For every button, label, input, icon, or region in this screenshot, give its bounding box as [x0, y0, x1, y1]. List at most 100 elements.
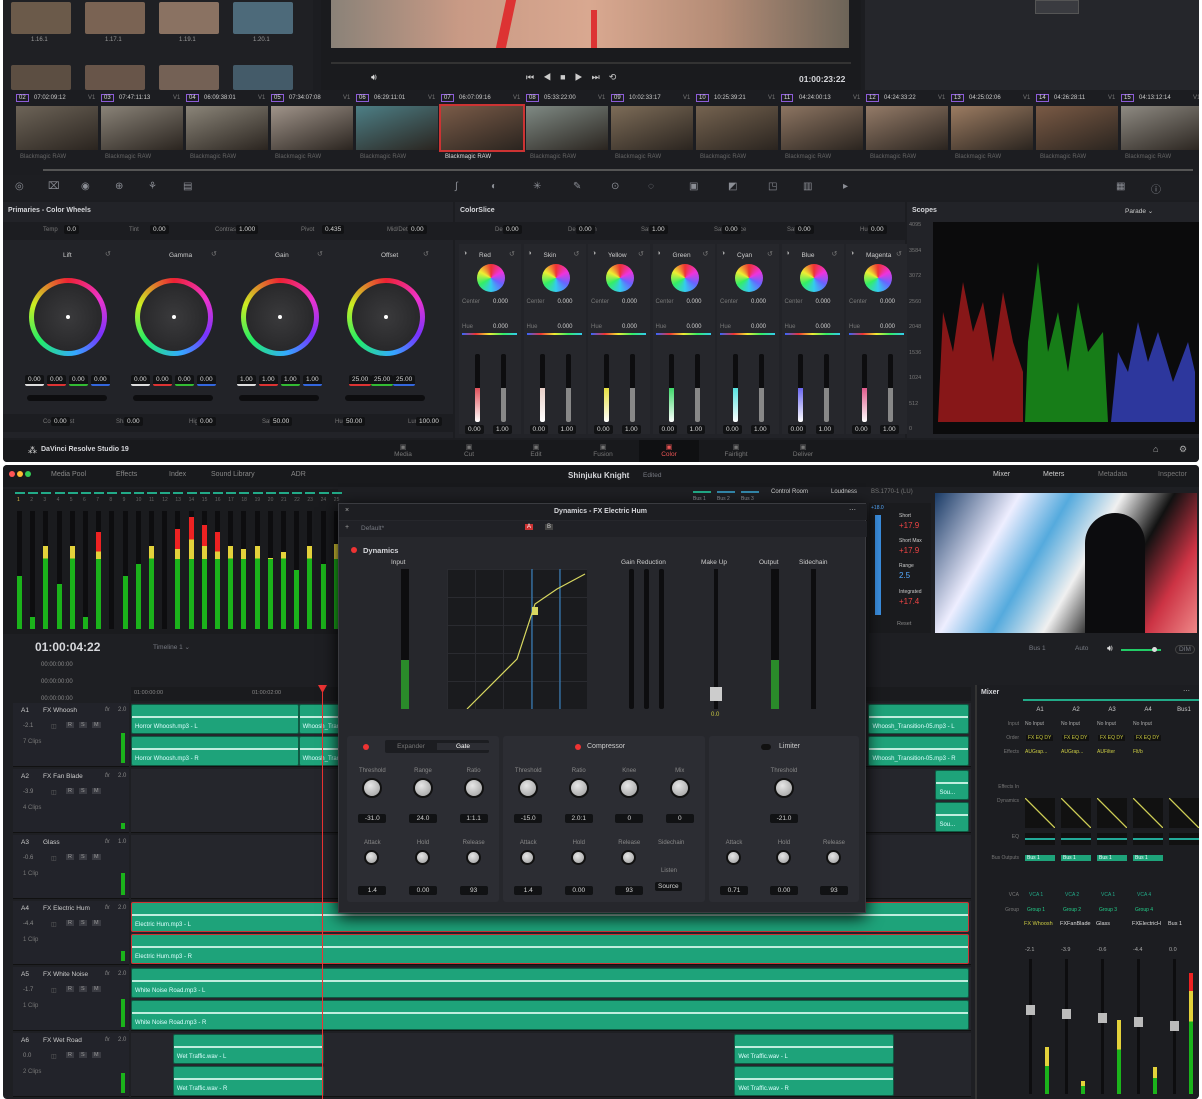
audio-icon[interactable]: 🔊︎ — [371, 72, 377, 83]
knob-value[interactable]: 1.4 — [514, 886, 543, 895]
track-header[interactable]: A6 FX Wet Road fx 2.0 0.0 ◫ R S M 2 Clips — [13, 1033, 129, 1097]
knob-value[interactable]: 0.71 — [720, 886, 748, 895]
saturation-slider[interactable] — [862, 354, 867, 422]
knob[interactable] — [621, 850, 637, 865]
lift-color-wheel[interactable] — [29, 278, 107, 356]
toolbar-item[interactable]: Media Pool — [51, 471, 86, 478]
media-pool-thumbnail[interactable] — [85, 2, 145, 34]
track-button-s[interactable]: S — [79, 722, 87, 728]
saturation-slider[interactable] — [797, 354, 803, 422]
color-tool-icon[interactable]: ◌ — [648, 181, 654, 192]
knob-value[interactable]: 0.00 — [770, 886, 798, 895]
clip-thumbnail[interactable] — [1121, 106, 1199, 150]
track-button-s[interactable]: S — [79, 986, 87, 992]
slice-hue-wheel[interactable] — [670, 264, 699, 292]
wheel-value[interactable]: 0.00 — [175, 375, 194, 386]
bus-output[interactable]: Bus 1 — [1097, 855, 1127, 861]
color-tool-icon[interactable]: ▸ — [843, 181, 848, 192]
knob-value[interactable]: 2.0:1 — [564, 814, 593, 823]
reset-icon[interactable]: ↺ — [703, 250, 709, 258]
hue-value[interactable]: 0.000 — [751, 324, 766, 330]
listen-button[interactable]: Listen — [661, 868, 677, 874]
bus-output[interactable]: Bus 1 — [1025, 855, 1055, 861]
wheel-value[interactable]: 25.00 — [371, 375, 394, 386]
wheel-value[interactable]: 25.00 — [349, 375, 372, 386]
saturation-slider[interactable] — [475, 354, 480, 422]
knob[interactable] — [669, 778, 690, 798]
audio-clip[interactable]: Whoosh_Transition-05.mp3 - R — [868, 736, 969, 766]
toolbar-item[interactable]: Sound Library — [211, 471, 255, 478]
knob-value[interactable]: 1.4 — [358, 886, 387, 895]
color-tool-icon[interactable]: ▤ — [183, 181, 192, 192]
param-value[interactable]: 0.00 — [408, 225, 427, 234]
sidechain-source-select[interactable]: Source — [655, 882, 682, 891]
control-room-tab[interactable]: Control Room — [771, 489, 808, 495]
channel-fader[interactable] — [1065, 959, 1068, 1094]
knob[interactable] — [413, 778, 433, 798]
audio-clip[interactable]: Whoosh_Transition-05.mp3 - L — [868, 704, 969, 734]
track-header[interactable]: A5 FX White Noise fx 2.0 -1.7 ◫ R S M 1 Clip — [13, 967, 129, 1031]
track-name[interactable]: FX Wet Road — [43, 1037, 82, 1044]
clip-thumbnail[interactable] — [101, 106, 183, 150]
compressor-enable-toggle[interactable] — [575, 744, 581, 750]
clip-thumbnail[interactable] — [611, 106, 693, 150]
track-button-s[interactable]: S — [79, 788, 87, 794]
clip-thumbnail[interactable] — [271, 106, 353, 150]
slider-value[interactable]: 1.00 — [880, 425, 899, 434]
tab-gate[interactable]: Gate — [437, 743, 489, 750]
knob-value[interactable]: 93 — [820, 886, 848, 895]
track-volume[interactable]: -2.1 — [23, 723, 33, 729]
fx-icon[interactable]: fx — [105, 971, 110, 977]
add-preset-button[interactable]: + — [345, 524, 349, 531]
track-button-r[interactable]: R — [66, 854, 74, 860]
clip-thumbnail[interactable] — [356, 106, 438, 150]
clip-item[interactable]: 02 07:02:09:12 V1 Blackmagic RAW — [16, 92, 100, 168]
media-pool-thumbnail[interactable] — [11, 65, 71, 90]
gain-color-wheel[interactable] — [241, 278, 319, 356]
scope-mode-dropdown[interactable]: Parade ⌄ — [1125, 207, 1153, 215]
knob[interactable] — [520, 850, 536, 865]
toolbar-item[interactable]: Metadata — [1098, 471, 1127, 478]
saturation-slider[interactable] — [668, 354, 674, 422]
slider-value[interactable]: 0.00 — [465, 425, 484, 434]
record-arm-icon[interactable]: ◫ — [51, 723, 57, 730]
audio-clip[interactable]: Wet Traffic.wav - R — [172, 1066, 324, 1096]
fx-icon[interactable]: fx — [105, 1037, 110, 1043]
slider-value[interactable]: 0.00 — [787, 425, 807, 434]
knob[interactable] — [774, 778, 794, 798]
reset-button[interactable]: Reset — [897, 621, 911, 627]
wheel-value[interactable]: 0.00 — [197, 375, 216, 386]
track-button-m[interactable]: M — [92, 854, 101, 860]
page-tab-cut[interactable]: ▣ Cut — [439, 440, 499, 462]
slider-value[interactable]: 1.00 — [493, 425, 512, 434]
center-value[interactable]: 0.000 — [622, 299, 637, 305]
color-tool-icon[interactable]: ⊙ — [611, 181, 619, 192]
knob[interactable] — [726, 850, 741, 865]
knob-value[interactable]: -15.0 — [514, 814, 543, 823]
page-tab-media[interactable]: ▣ Media — [373, 440, 433, 462]
mixer-effect[interactable]: AUGrap... — [1061, 749, 1083, 755]
fader-handle[interactable] — [1098, 1013, 1107, 1023]
fader-handle[interactable] — [1134, 1017, 1143, 1027]
saturation-slider[interactable] — [604, 354, 609, 422]
track-volume[interactable]: 0.0 — [23, 1053, 31, 1059]
node[interactable] — [1035, 0, 1079, 14]
page-tab-fairlight[interactable]: ▣ Fairlight — [706, 440, 766, 462]
toolbar-item[interactable]: Effects — [116, 471, 137, 478]
knob[interactable] — [465, 850, 481, 865]
track-button-r[interactable]: R — [66, 986, 74, 992]
color-tool-icon[interactable]: ◎ — [15, 181, 24, 192]
more-icon[interactable]: ⋯ — [1183, 687, 1190, 695]
auto-button[interactable]: Auto — [1075, 645, 1088, 652]
param-value[interactable]: 0.00 — [868, 225, 887, 234]
clip-item[interactable]: 06 06:29:11:01 V1 Blackmagic RAW — [356, 92, 440, 168]
page-tab-fusion[interactable]: ▣ Fusion — [573, 440, 633, 462]
clip-thumbnail[interactable] — [696, 106, 778, 150]
hue-value[interactable]: 0.000 — [880, 324, 895, 330]
knob[interactable] — [619, 778, 640, 798]
reset-icon[interactable]: ↺ — [509, 250, 515, 258]
mixer-effect[interactable]: AUGrap... — [1025, 749, 1047, 755]
node-editor[interactable] — [865, 0, 1199, 90]
track-name[interactable]: FX Fan Blade — [43, 773, 83, 780]
page-tab-color[interactable]: ▣ Color — [639, 440, 699, 462]
